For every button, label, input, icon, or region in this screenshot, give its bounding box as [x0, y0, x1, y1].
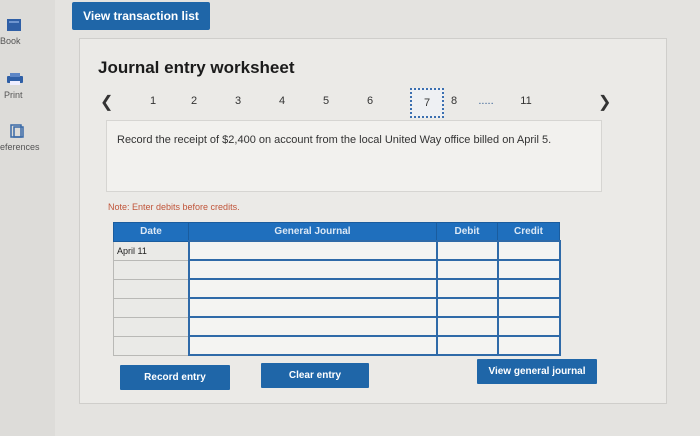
debit-input[interactable] — [435, 335, 499, 356]
column-header-credit: Credit — [497, 222, 560, 242]
book-icon — [6, 18, 60, 34]
table-row — [113, 297, 561, 318]
date-cell — [113, 297, 189, 318]
account-input[interactable] — [187, 240, 438, 261]
table-row — [113, 259, 561, 280]
page-link-2[interactable]: 2 — [187, 95, 201, 107]
sidebar: Book Print eferences — [0, 0, 55, 436]
page-ellipsis: ..... — [478, 95, 494, 107]
worksheet-panel: Journal entry worksheet ❮ 1 2 3 4 5 6 7 … — [79, 38, 667, 404]
table-row — [113, 335, 561, 356]
page-link-7-active[interactable]: 7 — [410, 88, 444, 118]
account-input[interactable] — [187, 335, 438, 356]
credit-input[interactable] — [496, 297, 561, 318]
question-prompt-box: Record the receipt of $2,400 on account … — [106, 120, 602, 192]
credit-input[interactable] — [496, 278, 561, 299]
debit-input[interactable] — [435, 278, 499, 299]
date-cell: April 11 — [113, 240, 189, 261]
column-header-debit: Debit — [436, 222, 498, 242]
page-link-11[interactable]: 11 — [516, 95, 536, 107]
account-input[interactable] — [187, 259, 438, 280]
note-text: Note: Enter debits before credits. — [108, 202, 240, 212]
credit-input[interactable] — [496, 316, 561, 337]
printer-icon — [6, 72, 60, 88]
sidebar-item-print[interactable]: Print — [0, 72, 60, 100]
table-row: April 11 — [113, 240, 561, 261]
account-input[interactable] — [187, 297, 438, 318]
chevron-left-icon[interactable]: ❮ — [100, 92, 113, 112]
page-title: Journal entry worksheet — [98, 58, 295, 77]
debit-input[interactable] — [435, 316, 499, 337]
debit-input[interactable] — [435, 259, 499, 280]
sidebar-item-references[interactable]: eferences — [0, 124, 60, 152]
credit-input[interactable] — [496, 335, 561, 356]
view-transaction-list-button[interactable]: View transaction list — [72, 2, 210, 30]
page-link-3[interactable]: 3 — [231, 95, 245, 107]
pagination: ❮ 1 2 3 4 5 6 7 8 ..... 11 ❯ — [98, 88, 658, 118]
sidebar-item-label: Book — [0, 36, 21, 46]
table-row — [113, 316, 561, 337]
clear-entry-button[interactable]: Clear entry — [261, 363, 369, 388]
date-cell — [113, 335, 189, 356]
account-input[interactable] — [187, 278, 438, 299]
sidebar-item-book[interactable]: Book — [0, 18, 60, 46]
date-cell — [113, 278, 189, 299]
debit-input[interactable] — [435, 240, 499, 261]
view-general-journal-button[interactable]: View general journal — [477, 359, 597, 384]
journal-entry-table: Date General Journal Debit Credit April … — [113, 222, 561, 356]
debit-input[interactable] — [435, 297, 499, 318]
date-cell — [113, 259, 189, 280]
sidebar-item-label: Print — [4, 90, 23, 100]
page-link-1[interactable]: 1 — [146, 95, 160, 107]
page-link-8[interactable]: 8 — [447, 95, 461, 107]
credit-input[interactable] — [496, 240, 561, 261]
page-link-4[interactable]: 4 — [275, 95, 289, 107]
account-input[interactable] — [187, 316, 438, 337]
credit-input[interactable] — [496, 259, 561, 280]
column-header-date: Date — [113, 222, 189, 242]
table-row — [113, 278, 561, 299]
chevron-right-icon[interactable]: ❯ — [598, 92, 611, 112]
record-entry-button[interactable]: Record entry — [120, 365, 230, 390]
page-link-5[interactable]: 5 — [319, 95, 333, 107]
column-header-general-journal: General Journal — [188, 222, 437, 242]
page-link-6[interactable]: 6 — [363, 95, 377, 107]
references-icon — [10, 124, 60, 140]
date-cell — [113, 316, 189, 337]
sidebar-item-label: eferences — [0, 142, 40, 152]
question-prompt: Record the receipt of $2,400 on account … — [117, 134, 552, 146]
